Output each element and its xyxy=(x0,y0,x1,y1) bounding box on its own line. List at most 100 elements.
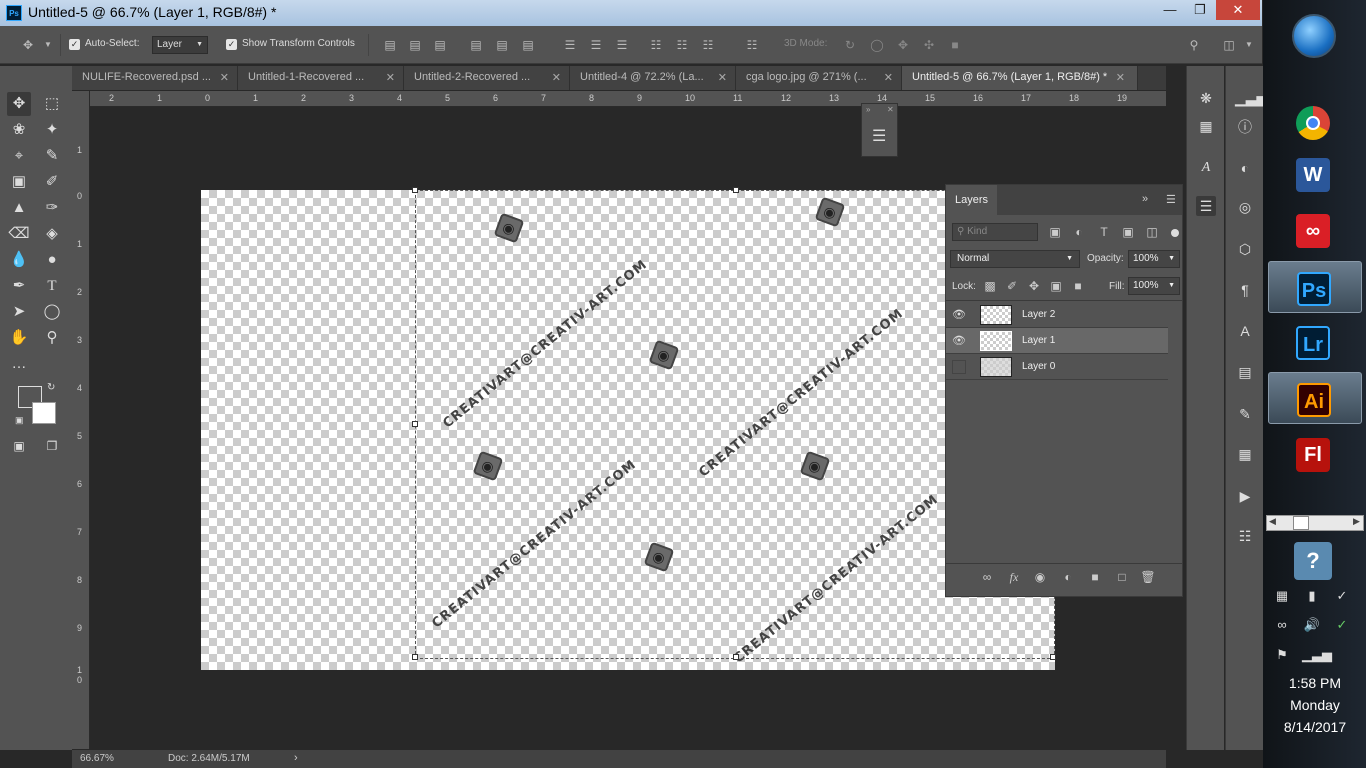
adjustments-icon[interactable]: ◐ xyxy=(1235,158,1255,178)
move-tool-icon[interactable]: ✥ xyxy=(7,92,31,116)
scroll-left-icon[interactable]: ◀ xyxy=(1269,516,1276,527)
layer-filter-dropdown[interactable]: ⚲ Kind xyxy=(952,223,1038,241)
transform-handle[interactable] xyxy=(733,654,739,660)
collapse-icon[interactable]: » xyxy=(1142,193,1148,205)
character-styles-icon[interactable]: A xyxy=(1196,158,1216,178)
taskbar-illustrator[interactable]: Ai xyxy=(1268,372,1362,424)
align-top-icon[interactable]: ▤ xyxy=(382,37,398,53)
signal-strength-icon[interactable]: ▁▃▅ xyxy=(1302,645,1332,665)
scroll-thumb[interactable] xyxy=(1293,516,1309,530)
layers-tab[interactable]: Layers xyxy=(946,185,998,215)
opacity-field[interactable]: 100% ▼ xyxy=(1128,250,1180,268)
clock-date[interactable]: 8/14/2017 xyxy=(1266,719,1364,735)
sync-icon[interactable]: ✓ xyxy=(1332,615,1352,635)
align-right-icon[interactable]: ▤ xyxy=(520,37,536,53)
libraries-icon[interactable]: ▦ xyxy=(1235,444,1255,464)
fill-field[interactable]: 100% ▼ xyxy=(1128,277,1180,295)
lock-position-icon[interactable]: ✥ xyxy=(1026,278,1042,294)
clock-time[interactable]: 1:58 PM xyxy=(1266,675,1364,691)
taskbar-scrollbar[interactable]: ◀ ▶ xyxy=(1266,515,1364,531)
distribute-top-icon[interactable]: ☰ xyxy=(562,37,578,53)
zoom-level[interactable]: 66.67% xyxy=(80,753,114,764)
new-group-icon[interactable]: ■ xyxy=(1087,569,1103,585)
distribute-bottom-icon[interactable]: ☰ xyxy=(614,37,630,53)
zoom-tool-icon[interactable]: ⚲ xyxy=(40,326,64,350)
restore-button[interactable]: ❐ xyxy=(1186,0,1214,20)
swap-colors-icon[interactable]: ↻ xyxy=(47,382,55,393)
tab-untitled-5[interactable]: Untitled-5 @ 66.7% (Layer 1, RGB/8#) * ✕ xyxy=(902,66,1138,90)
layer-row-layer-1[interactable]: 👁 Layer 1 xyxy=(946,328,1168,354)
layer-style-fx-icon[interactable]: fx xyxy=(1006,569,1022,585)
scroll-right-icon[interactable]: ▶ xyxy=(1353,516,1360,527)
add-mask-icon[interactable]: ◉ xyxy=(1032,569,1048,585)
healing-brush-tool-icon[interactable]: ▣ xyxy=(7,170,31,194)
close-icon[interactable]: ✕ xyxy=(220,71,229,84)
transform-handle[interactable] xyxy=(1050,654,1056,660)
crop-tool-icon[interactable]: ⌖ xyxy=(7,144,31,168)
link-layers-icon[interactable]: ∞ xyxy=(979,569,995,585)
network-share-icon[interactable]: ▦ xyxy=(1272,586,1292,606)
minimize-button[interactable]: — xyxy=(1156,0,1184,20)
lock-artboard-icon[interactable]: ▣ xyxy=(1048,278,1064,294)
screen-mode-icon[interactable]: ❐ xyxy=(40,434,64,458)
close-icon[interactable]: ✕ xyxy=(552,71,561,84)
lock-all-icon[interactable]: ■ xyxy=(1070,278,1086,294)
history-brush-tool-icon[interactable]: ✑ xyxy=(40,196,64,220)
close-icon[interactable]: ✕ xyxy=(386,71,395,84)
3d-pan-icon[interactable]: ✥ xyxy=(895,37,911,53)
action-center-flag-icon[interactable]: ⚑ xyxy=(1272,645,1292,665)
3d-scale-icon[interactable]: ■ xyxy=(947,37,963,53)
help-alert-icon[interactable]: ? xyxy=(1294,542,1332,580)
layer-row-layer-2[interactable]: 👁 Layer 2 xyxy=(946,302,1168,328)
adjustment-layer-icon[interactable]: ◐ xyxy=(1060,569,1076,585)
distribute-vcenter-icon[interactable]: ☰ xyxy=(588,37,604,53)
transform-handle[interactable] xyxy=(412,654,418,660)
blend-mode-dropdown[interactable]: Normal ▼ xyxy=(950,250,1080,268)
eraser-tool-icon[interactable]: ⌫ xyxy=(7,222,31,246)
3d-roll-icon[interactable]: ◯ xyxy=(869,37,885,53)
visibility-eye-icon[interactable]: 👁 xyxy=(952,334,966,348)
more-tools-icon[interactable]: … xyxy=(7,352,31,376)
properties-icon[interactable]: ☰ xyxy=(872,126,886,146)
actions-play-icon[interactable]: ▶ xyxy=(1235,486,1255,506)
tab-nulife[interactable]: NULIFE-Recovered.psd ... ✕ xyxy=(72,66,238,90)
close-icon[interactable]: ✕ xyxy=(1116,71,1125,84)
adjustment-filter-icon[interactable]: ◐ xyxy=(1071,224,1087,240)
close-button[interactable]: ✕ xyxy=(1216,0,1260,20)
show-transform-checkbox[interactable]: ✓ xyxy=(226,39,237,50)
3d-icon[interactable]: ⬡ xyxy=(1235,239,1255,259)
align-hcenter-icon[interactable]: ▤ xyxy=(494,37,510,53)
status-menu-arrow-icon[interactable]: › xyxy=(294,752,298,764)
workspace-icon[interactable]: ◫ xyxy=(1221,37,1237,53)
pen-tool-icon[interactable]: ✒ xyxy=(7,274,31,298)
close-icon[interactable]: ✕ xyxy=(884,71,893,84)
new-layer-icon[interactable]: □ xyxy=(1114,569,1130,585)
align-bottom-icon[interactable]: ▤ xyxy=(432,37,448,53)
auto-select-checkbox[interactable]: ✓ xyxy=(69,39,80,50)
trash-icon[interactable]: 🗑 xyxy=(1140,569,1156,585)
magic-wand-tool-icon[interactable]: ✦ xyxy=(40,118,64,142)
blur-tool-icon[interactable]: 💧 xyxy=(7,248,31,272)
color-palette-icon[interactable]: ❋ xyxy=(1196,88,1216,108)
filter-toggle[interactable] xyxy=(1171,229,1179,237)
auto-align-icon[interactable]: ☷ xyxy=(744,37,760,53)
marquee-tool-icon[interactable]: ⬚ xyxy=(40,92,64,116)
pixel-filter-icon[interactable]: ▣ xyxy=(1047,224,1063,240)
character-icon[interactable]: A xyxy=(1235,321,1255,341)
tab-cga-logo[interactable]: cga logo.jpg @ 271% (... ✕ xyxy=(736,66,902,90)
transform-handle[interactable] xyxy=(412,421,418,427)
tool-preset-dropdown-icon[interactable]: ▼ xyxy=(40,37,56,53)
tab-untitled-4[interactable]: Untitled-4 @ 72.2% (La... ✕ xyxy=(570,66,736,90)
move-tool-icon[interactable]: ✥ xyxy=(20,37,36,53)
close-icon[interactable]: ✕ xyxy=(887,105,894,114)
hand-tool-icon[interactable]: ✋ xyxy=(7,326,31,350)
paint-bucket-tool-icon[interactable]: ◈ xyxy=(40,222,64,246)
search-icon[interactable]: ⚲ xyxy=(1186,37,1202,53)
shape-filter-icon[interactable]: ▣ xyxy=(1120,224,1136,240)
type-tool-icon[interactable]: T xyxy=(40,274,64,298)
smart-object-filter-icon[interactable]: ◫ xyxy=(1144,224,1160,240)
swatches-grid-icon[interactable]: ▦ xyxy=(1196,116,1216,136)
visibility-toggle[interactable] xyxy=(952,360,966,374)
distribute-right-icon[interactable]: ☷ xyxy=(700,37,716,53)
taskbar-chrome[interactable] xyxy=(1268,96,1362,148)
